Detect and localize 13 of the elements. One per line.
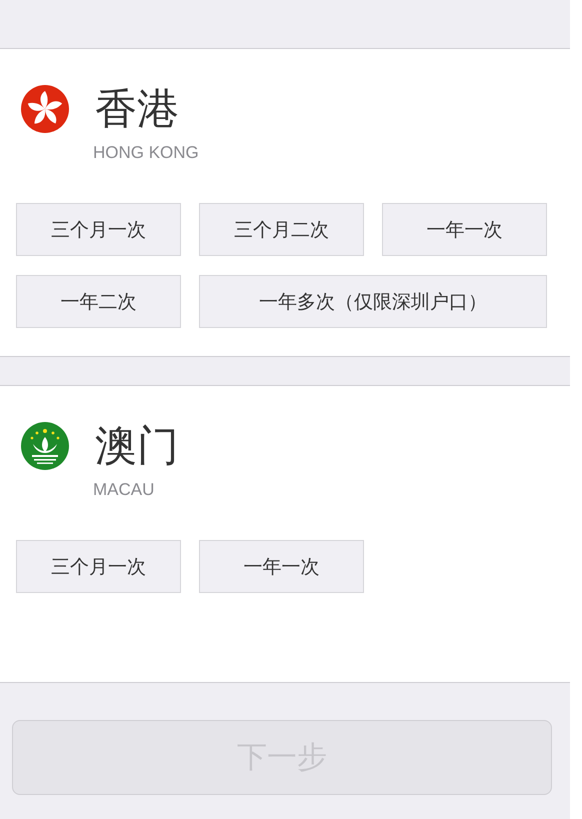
option-button[interactable]: 三个月一次 — [16, 540, 181, 593]
region-title: 澳门 — [95, 422, 179, 470]
option-button[interactable]: 三个月一次 — [16, 203, 181, 256]
region-subtitle: MACAU — [93, 480, 154, 500]
option-button[interactable]: 一年一次 — [382, 203, 547, 256]
option-button[interactable]: 三个月二次 — [199, 203, 364, 256]
option-button[interactable]: 一年二次 — [16, 275, 181, 328]
region-subtitle: HONG KONG — [93, 143, 199, 163]
region-title: 香港 — [95, 85, 179, 133]
option-button[interactable]: 一年一次 — [199, 540, 364, 593]
option-button[interactable]: 一年多次（仅限深圳户口） — [199, 275, 547, 328]
flag-icon — [21, 85, 69, 133]
flag-icon — [21, 422, 69, 470]
